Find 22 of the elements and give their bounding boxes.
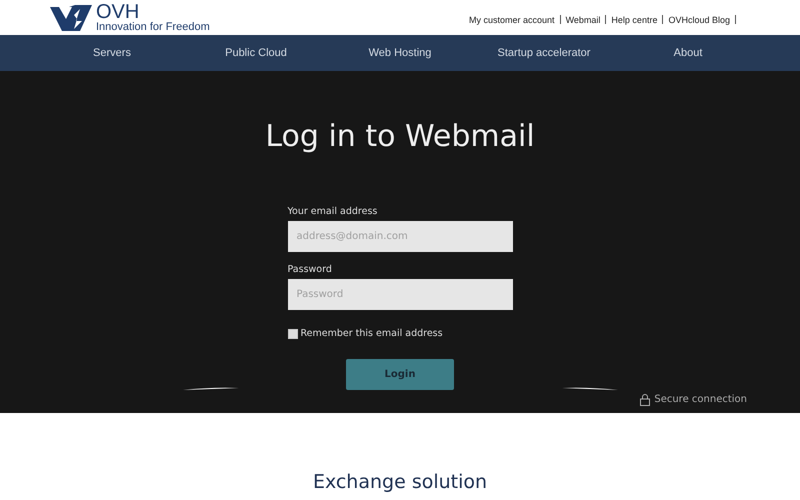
nav-item[interactable]: Startup accelerator — [498, 47, 590, 59]
nav-item[interactable]: About — [674, 47, 702, 59]
top-link[interactable]: Help centre — [611, 14, 658, 24]
top-link[interactable]: My customer account — [469, 14, 555, 24]
nav-item[interactable]: Public Cloud — [225, 47, 287, 59]
email-field[interactable]: address@domain.com — [288, 221, 512, 252]
field-label: Password — [288, 264, 333, 275]
remember-checkbox[interactable] — [288, 328, 298, 338]
password-field[interactable]: Password — [288, 279, 512, 310]
section-title: Exchange solution — [312, 471, 488, 493]
top-link[interactable]: OVHcloud Blog — [668, 14, 730, 24]
field-label: Your email address — [288, 206, 378, 217]
top-link[interactable]: Webmail — [566, 14, 600, 24]
logo-icon — [50, 4, 92, 30]
checkbox-label: Remember this email address — [300, 328, 443, 339]
nav-item[interactable]: Web Hosting — [368, 47, 432, 59]
logo-tagline: Innovation for Freedom — [96, 20, 210, 32]
logo-name: OVH — [96, 2, 140, 20]
secure-connection-text: Secure connection — [654, 394, 747, 405]
nav-item[interactable]: Servers — [93, 47, 131, 59]
lock-icon — [640, 393, 650, 406]
page-title: Log in to Webmail — [265, 119, 535, 154]
